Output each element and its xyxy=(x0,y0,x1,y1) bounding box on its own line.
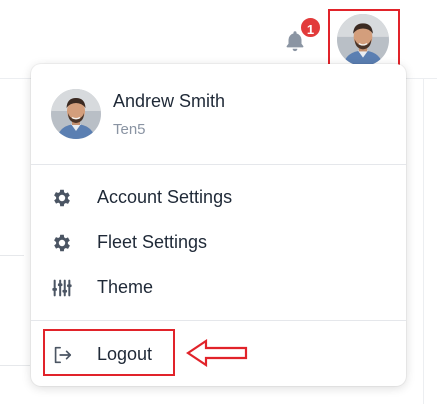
menu-divider xyxy=(31,320,406,321)
user-avatar-button[interactable] xyxy=(337,14,389,66)
sliders-icon xyxy=(51,277,73,299)
menu-item-theme[interactable]: Theme xyxy=(31,267,406,307)
user-organization: Ten5 xyxy=(113,121,146,138)
annotation-arrow-left-icon xyxy=(186,339,248,367)
page-divider-left xyxy=(0,255,24,256)
menu-item-account-settings[interactable]: Account Settings xyxy=(31,177,406,217)
user-profile-header: Andrew Smith Ten5 xyxy=(31,64,406,164)
gear-icon xyxy=(51,232,73,254)
menu-item-label: Theme xyxy=(97,277,154,297)
user-name: Andrew Smith xyxy=(113,91,226,111)
page-divider-bottom xyxy=(0,365,30,366)
menu-item-fleet-settings[interactable]: Fleet Settings xyxy=(31,222,406,262)
menu-item-label: Fleet Settings xyxy=(97,232,208,252)
notification-count-badge: 1 xyxy=(299,16,322,39)
gear-icon xyxy=(51,187,73,209)
logout-icon xyxy=(51,344,73,366)
logout-label: Logout xyxy=(97,344,153,364)
avatar xyxy=(337,14,389,66)
user-dropdown-menu: Andrew Smith Ten5 Account Settings Fleet… xyxy=(31,64,406,386)
menu-divider xyxy=(31,164,406,165)
page-divider-vertical xyxy=(423,78,424,404)
avatar xyxy=(51,89,101,139)
menu-item-label: Account Settings xyxy=(97,187,233,207)
